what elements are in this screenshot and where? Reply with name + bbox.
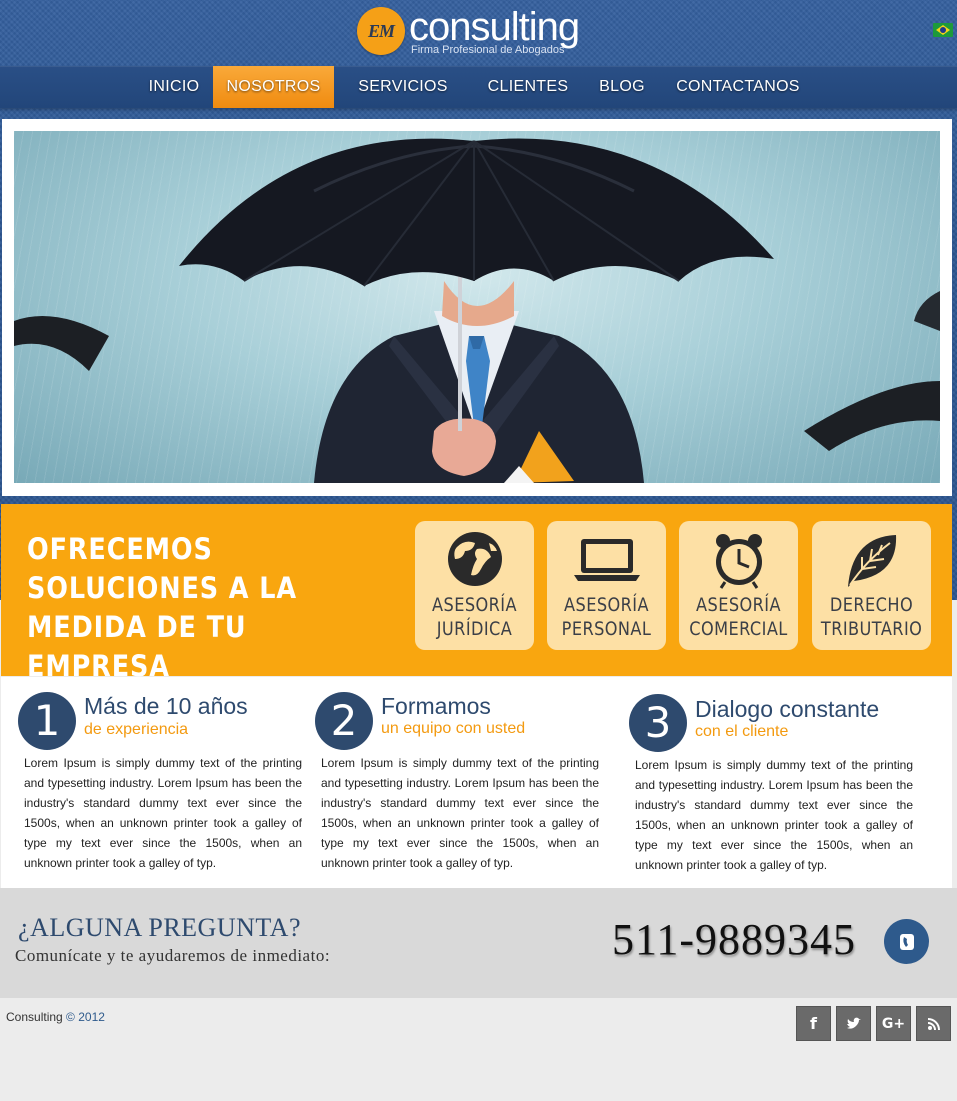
feature-title: Más de 10 años bbox=[84, 693, 248, 719]
globe-icon bbox=[415, 529, 534, 589]
service-label: ASESORÍA JURÍDICA bbox=[432, 594, 517, 640]
nav-item-nosotros[interactable]: NOSOTROS bbox=[213, 66, 334, 108]
service-label: ASESORÍA COMERCIAL bbox=[689, 594, 788, 640]
laptop-icon bbox=[547, 529, 666, 589]
promo-headline: OFRECEMOS SOLUCIONES A LA MEDIDA DE TU E… bbox=[27, 530, 353, 686]
contact-subtitle: Comunícate y te ayudaremos de inmediato: bbox=[15, 946, 331, 965]
feature-subtitle: con el cliente bbox=[695, 723, 789, 740]
promo-headline-line: OFRECEMOS bbox=[27, 532, 213, 566]
phone-icon bbox=[899, 933, 914, 950]
feature-text: Lorem Ipsum is simply dummy text of the … bbox=[635, 758, 913, 872]
alarm-clock-icon bbox=[679, 529, 798, 589]
service-derecho-tributario[interactable]: DERECHO TRIBUTARIO bbox=[812, 521, 931, 650]
feature-text: Lorem Ipsum is simply dummy text of the … bbox=[321, 756, 599, 870]
brazil-flag-icon[interactable] bbox=[933, 23, 953, 37]
nav-item-inicio[interactable]: INICIO bbox=[136, 66, 212, 108]
feature-subtitle: un equipo con usted bbox=[381, 720, 526, 737]
facebook-icon[interactable]: f bbox=[796, 1006, 831, 1041]
footer-brand: Consulting bbox=[6, 1010, 63, 1024]
service-label: DERECHO TRIBUTARIO bbox=[820, 594, 923, 640]
feature-title: Formamos bbox=[381, 693, 491, 719]
feature-subtitle: de experiencia bbox=[84, 721, 189, 738]
service-asesoria-comercial[interactable]: ASESORÍA COMERCIAL bbox=[679, 521, 798, 650]
feature-number: 3 bbox=[629, 694, 687, 752]
leaf-icon bbox=[812, 529, 931, 589]
twitter-icon[interactable] bbox=[836, 1006, 871, 1041]
phone-number[interactable]: 511-9889345 bbox=[612, 914, 856, 965]
feature-text: Lorem Ipsum is simply dummy text of the … bbox=[24, 756, 302, 870]
site-header: EM consulting Firma Profesional de Aboga… bbox=[0, 0, 957, 66]
businessman-umbrella-illustration bbox=[14, 138, 940, 483]
services-band: OFRECEMOS SOLUCIONES A LA MEDIDA DE TU E… bbox=[1, 504, 952, 683]
service-label: ASESORÍA PERSONAL bbox=[561, 594, 652, 640]
feature-number: 1 bbox=[18, 692, 76, 750]
feature-number: 2 bbox=[315, 692, 373, 750]
phone-call-button[interactable] bbox=[884, 919, 929, 964]
promo-headline-line: MEDIDA DE TU EMPRESA bbox=[27, 610, 247, 683]
copyright-symbol: © bbox=[66, 1010, 75, 1024]
contact-title: ¿ALGUNA PREGUNTA? bbox=[18, 913, 301, 942]
promo-headline-line: SOLUCIONES A LA bbox=[27, 571, 297, 605]
feature-title: Dialogo constante bbox=[695, 696, 880, 722]
main-nav: INICIO NOSOTROS SERVICIOS CLIENTES BLOG … bbox=[0, 66, 957, 108]
rss-icon[interactable] bbox=[916, 1006, 951, 1041]
logo-tagline: Firma Profesional de Abogados bbox=[411, 44, 565, 56]
nav-item-blog[interactable]: BLOG bbox=[588, 66, 656, 108]
nav-item-servicios[interactable]: SERVICIOS bbox=[342, 66, 464, 108]
logo-mark[interactable]: EM bbox=[357, 7, 405, 55]
nav-item-clientes[interactable]: CLIENTES bbox=[472, 66, 584, 108]
features-section: 1 Más de 10 años de experiencia Lorem Ip… bbox=[1, 677, 952, 888]
service-asesoria-personal[interactable]: ASESORÍA PERSONAL bbox=[547, 521, 666, 650]
contact-band: ¿ALGUNA PREGUNTA? Comunícate y te ayudar… bbox=[0, 888, 957, 998]
nav-item-contactanos[interactable]: CONTACTANOS bbox=[664, 66, 812, 108]
copyright-year: 2012 bbox=[78, 1010, 105, 1024]
service-asesoria-juridica[interactable]: ASESORÍA JURÍDICA bbox=[415, 521, 534, 650]
hero-image bbox=[14, 131, 940, 483]
google-plus-icon[interactable]: G+ bbox=[876, 1006, 911, 1041]
copyright: Consulting © 2012 bbox=[6, 1010, 105, 1024]
